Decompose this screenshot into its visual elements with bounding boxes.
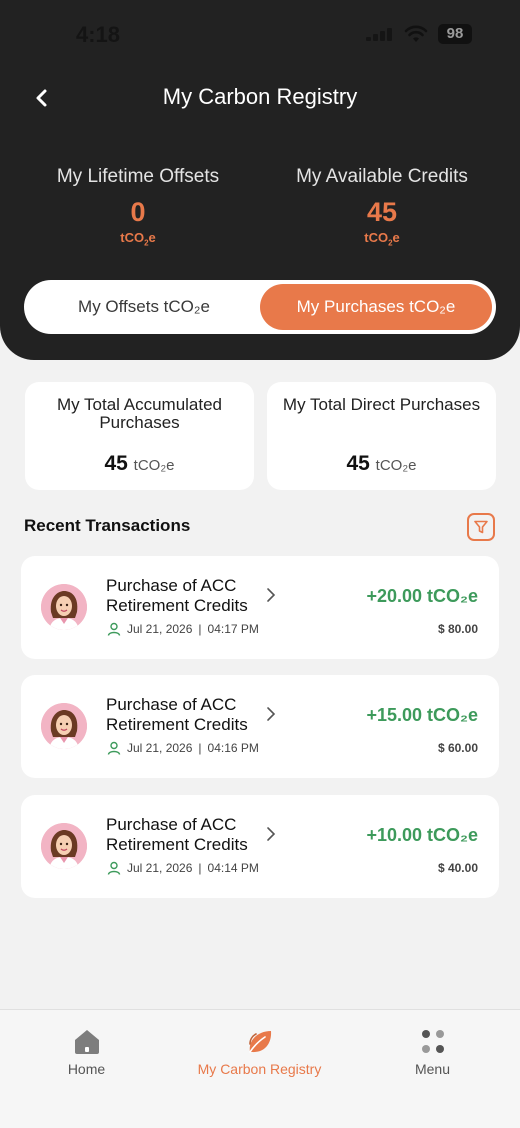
transaction-meta: Jul 21, 2026 | 04:14 PM: [107, 861, 259, 875]
recent-transactions-title: Recent Transactions: [24, 516, 191, 535]
lifetime-offsets-stat: My Lifetime Offsets 0 tCO2e: [8, 166, 268, 248]
transaction-title: Purchase of ACC Retirement Credits: [106, 576, 248, 615]
leaf-icon: [248, 1031, 271, 1053]
transaction-date: Jul 21, 2026: [127, 622, 193, 636]
summary-label: My Total Accumulated Purchases: [56, 395, 223, 432]
battery-icon: 98: [438, 24, 472, 44]
transaction-amount: +10.00 tCO₂e: [366, 825, 478, 845]
transaction-meta: Jul 21, 2026 | 04:17 PM: [107, 622, 259, 636]
stat-label: My Lifetime Offsets: [56, 166, 220, 187]
tab-my-purchases[interactable]: My Purchases tCO₂e: [260, 284, 492, 330]
transaction-card[interactable]: Purchase of ACC Retirement Credits Jul 2…: [21, 795, 499, 898]
offsets-purchases-toggle: My Offsets tCO₂e My Purchases tCO₂e: [24, 280, 496, 334]
header: 4:18 98 My Carbon Registry My Lifetime O…: [0, 0, 520, 360]
transaction-time: 04:16 PM: [207, 741, 259, 755]
meta-separator: |: [198, 622, 202, 636]
home-icon: [74, 1030, 99, 1054]
nav-label: Home: [67, 1061, 106, 1077]
transaction-card[interactable]: Purchase of ACC Retirement Credits Jul 2…: [21, 675, 499, 778]
transaction-price: $ 60.00: [437, 741, 478, 755]
user-icon: [107, 741, 121, 755]
transaction-price: $ 80.00: [437, 622, 478, 636]
transaction-time: 04:14 PM: [207, 861, 259, 875]
status-icons: 98: [366, 24, 472, 44]
transaction-title: Purchase of ACC Retirement Credits: [106, 695, 248, 734]
total-direct-purchases-card: My Total Direct Purchases 45 tCO₂e: [267, 382, 496, 490]
page-title: My Carbon Registry: [162, 84, 358, 109]
meta-separator: |: [198, 741, 202, 755]
menu-dots-icon: [421, 1030, 444, 1053]
bottom-nav: Home My Carbon Registry Menu: [0, 1009, 520, 1128]
stat-unit: tCO2e: [120, 230, 156, 248]
avatar: [41, 584, 87, 630]
tab-my-offsets[interactable]: My Offsets tCO₂e: [28, 284, 260, 330]
transaction-time: 04:17 PM: [207, 622, 259, 636]
stat-value: 0: [130, 197, 146, 227]
wifi-icon: [404, 25, 428, 43]
status-time: 4:18: [76, 22, 121, 47]
transaction-date: Jul 21, 2026: [127, 861, 193, 875]
summary-value: 45 tCO₂e: [104, 452, 175, 475]
nav-item-my-carbon-registry[interactable]: My Carbon Registry: [173, 1010, 346, 1100]
filter-button[interactable]: [467, 513, 495, 541]
transaction-date: Jul 21, 2026: [127, 741, 193, 755]
available-credits-stat: My Available Credits 45 tCO2e: [252, 166, 512, 248]
summary-value: 45 tCO₂e: [346, 452, 417, 475]
avatar: [41, 823, 87, 869]
chevron-right-icon: [267, 707, 276, 721]
transaction-title: Purchase of ACC Retirement Credits: [106, 815, 248, 854]
transaction-card[interactable]: Purchase of ACC Retirement Credits Jul 2…: [21, 556, 499, 659]
summary-label: My Total Direct Purchases: [282, 395, 481, 414]
nav-item-menu[interactable]: Menu: [346, 1010, 519, 1100]
stat-value: 45: [366, 197, 398, 227]
transaction-amount: +15.00 tCO₂e: [366, 705, 478, 725]
filter-icon: [474, 520, 488, 534]
transaction-price: $ 40.00: [437, 861, 478, 875]
chevron-right-icon: [267, 827, 276, 841]
chevron-right-icon: [267, 588, 276, 602]
avatar: [41, 703, 87, 749]
user-icon: [107, 861, 121, 875]
total-accumulated-purchases-card: My Total Accumulated Purchases 45 tCO₂e: [25, 382, 254, 490]
signal-icon: [366, 27, 394, 41]
nav-item-home[interactable]: Home: [0, 1010, 173, 1100]
nav-label: My Carbon Registry: [197, 1061, 322, 1077]
transaction-meta: Jul 21, 2026 | 04:16 PM: [107, 741, 259, 755]
meta-separator: |: [198, 861, 202, 875]
stat-unit: tCO2e: [364, 230, 400, 248]
stat-label: My Available Credits: [296, 166, 468, 187]
nav-label: Menu: [414, 1061, 451, 1077]
transaction-amount: +20.00 tCO₂e: [366, 586, 478, 606]
user-icon: [107, 622, 121, 636]
